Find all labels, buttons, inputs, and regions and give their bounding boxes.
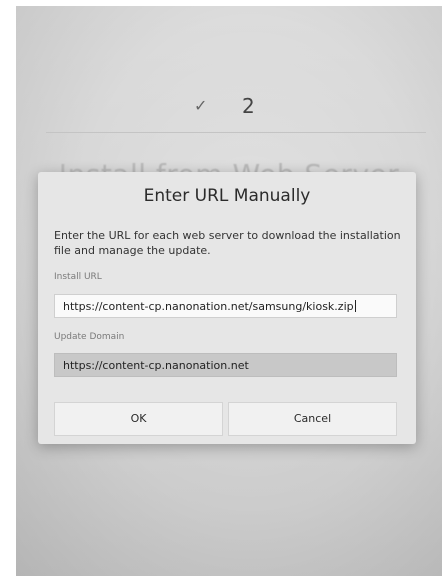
dialog-title: Enter URL Manually — [143, 186, 311, 206]
update-domain-value: https://content-cp.nanonation.net — [63, 359, 249, 372]
dialog-buttons: OK Cancel — [54, 402, 397, 436]
update-domain-field[interactable]: https://content-cp.nanonation.net — [54, 353, 397, 377]
install-url-field[interactable]: https://content-cp.nanonation.net/samsun… — [54, 294, 397, 318]
install-url-value: https://content-cp.nanonation.net/samsun… — [63, 300, 354, 313]
install-url-label: Install URL — [54, 272, 102, 282]
background-divider — [46, 132, 426, 133]
update-domain-label: Update Domain — [54, 332, 125, 342]
text-caret — [354, 300, 356, 312]
dialog-description: Enter the URL for each web server to dow… — [54, 229, 401, 257]
ok-button[interactable]: OK — [54, 402, 223, 436]
check-icon: ✓ — [194, 96, 208, 115]
cancel-button[interactable]: Cancel — [228, 402, 397, 436]
step-number: 2 — [242, 94, 255, 118]
enter-url-dialog: Enter URL Manually Enter the URL for eac… — [38, 172, 416, 444]
tv-screen: ✓ 2 Install from Web Server Enter URL Ma… — [16, 6, 442, 576]
